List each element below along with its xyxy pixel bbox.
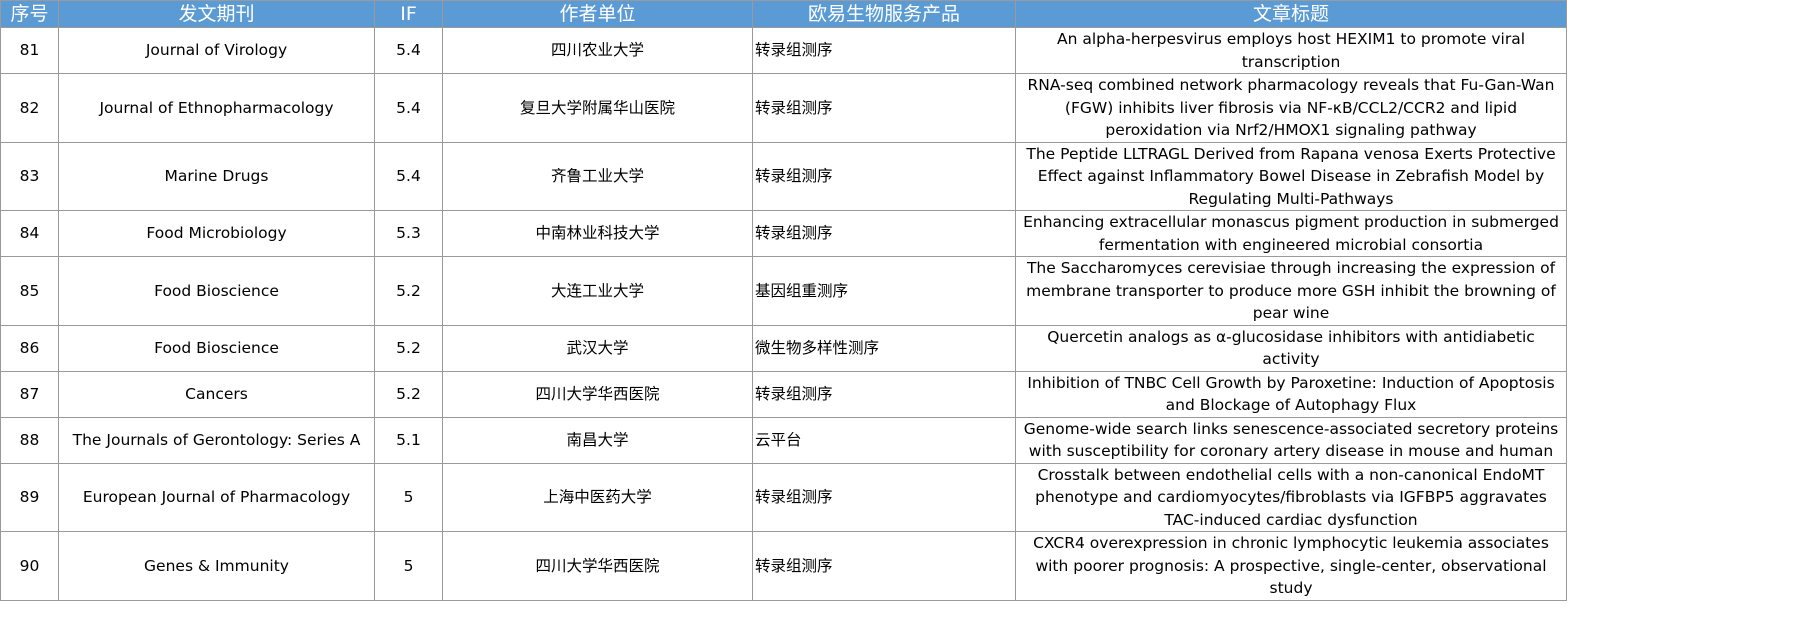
cell-no: 85 (0, 256, 59, 326)
cell-journal: Marine Drugs (58, 141, 375, 211)
cell-unit: 上海中医药大学 (442, 462, 753, 532)
cell-if: 5.4 (374, 27, 443, 74)
cell-journal: The Journals of Gerontology: Series A (58, 416, 375, 464)
header-service: 欧易生物服务产品 (752, 0, 1016, 28)
cell-journal: Journal of Virology (58, 27, 375, 74)
cell-service: 转录组测序 (752, 141, 1016, 211)
cell-if: 5.2 (374, 370, 443, 418)
cell-no: 86 (0, 324, 59, 372)
cell-service: 转录组测序 (752, 531, 1016, 601)
cell-title: The Saccharomyces cerevisiae through inc… (1015, 256, 1567, 326)
header-no: 序号 (0, 0, 59, 28)
cell-service: 转录组测序 (752, 370, 1016, 418)
cell-journal: Food Bioscience (58, 256, 375, 326)
cell-unit: 南昌大学 (442, 416, 753, 464)
header-unit: 作者单位 (442, 0, 753, 28)
cell-title: The Peptide LLTRAGL Derived from Rapana … (1015, 141, 1567, 211)
header-if: IF (374, 0, 443, 28)
cell-journal: Food Bioscience (58, 324, 375, 372)
table-row: 81 Journal of Virology 5.4 四川农业大学 转录组测序 … (0, 27, 1567, 74)
cell-if: 5.4 (374, 73, 443, 143)
cell-title: Enhancing extracellular monascus pigment… (1015, 210, 1567, 257)
cell-service: 基因组重测序 (752, 256, 1016, 326)
cell-title: Quercetin analogs as α-glucosidase inhib… (1015, 324, 1567, 372)
cell-if: 5.2 (374, 256, 443, 326)
cell-unit: 四川大学华西医院 (442, 531, 753, 601)
cell-if: 5 (374, 531, 443, 601)
cell-title: Genome-wide search links senescence-asso… (1015, 416, 1567, 464)
cell-journal: Cancers (58, 370, 375, 418)
cell-title: RNA-seq combined network pharmacology re… (1015, 73, 1567, 143)
table-row: 86 Food Bioscience 5.2 武汉大学 微生物多样性测序 Que… (0, 324, 1567, 372)
cell-service: 微生物多样性测序 (752, 324, 1016, 372)
table-row: 90 Genes & Immunity 5 四川大学华西医院 转录组测序 CXC… (0, 531, 1567, 601)
cell-no: 89 (0, 462, 59, 532)
header-title: 文章标题 (1015, 0, 1567, 28)
cell-no: 90 (0, 531, 59, 601)
cell-service: 转录组测序 (752, 210, 1016, 257)
cell-journal: Food Microbiology (58, 210, 375, 257)
cell-service: 转录组测序 (752, 27, 1016, 74)
cell-unit: 四川大学华西医院 (442, 370, 753, 418)
table-row: 85 Food Bioscience 5.2 大连工业大学 基因组重测序 The… (0, 256, 1567, 326)
cell-journal: European Journal of Pharmacology (58, 462, 375, 532)
cell-title: CXCR4 overexpression in chronic lymphocy… (1015, 531, 1567, 601)
cell-no: 83 (0, 141, 59, 211)
cell-title: Crosstalk between endothelial cells with… (1015, 462, 1567, 532)
cell-unit: 四川农业大学 (442, 27, 753, 74)
cell-no: 82 (0, 73, 59, 143)
cell-if: 5.4 (374, 141, 443, 211)
cell-no: 81 (0, 27, 59, 74)
cell-service: 云平台 (752, 416, 1016, 464)
table-row: 83 Marine Drugs 5.4 齐鲁工业大学 转录组测序 The Pep… (0, 141, 1567, 211)
cell-journal: Genes & Immunity (58, 531, 375, 601)
cell-unit: 复旦大学附属华山医院 (442, 73, 753, 143)
cell-if: 5.2 (374, 324, 443, 372)
cell-unit: 武汉大学 (442, 324, 753, 372)
cell-no: 87 (0, 370, 59, 418)
publication-table: 序号 发文期刊 IF 作者单位 欧易生物服务产品 文章标题 81 Journal… (0, 0, 1567, 601)
cell-service: 转录组测序 (752, 462, 1016, 532)
cell-if: 5.1 (374, 416, 443, 464)
cell-no: 88 (0, 416, 59, 464)
cell-no: 84 (0, 210, 59, 257)
table-row: 82 Journal of Ethnopharmacology 5.4 复旦大学… (0, 73, 1567, 143)
cell-unit: 大连工业大学 (442, 256, 753, 326)
cell-title: An alpha-herpesvirus employs host HEXIM1… (1015, 27, 1567, 74)
cell-service: 转录组测序 (752, 73, 1016, 143)
table-row: 87 Cancers 5.2 四川大学华西医院 转录组测序 Inhibition… (0, 370, 1567, 418)
cell-if: 5 (374, 462, 443, 532)
cell-unit: 齐鲁工业大学 (442, 141, 753, 211)
table-row: 89 European Journal of Pharmacology 5 上海… (0, 462, 1567, 532)
header-row: 序号 发文期刊 IF 作者单位 欧易生物服务产品 文章标题 (0, 0, 1567, 28)
table-row: 88 The Journals of Gerontology: Series A… (0, 416, 1567, 464)
cell-journal: Journal of Ethnopharmacology (58, 73, 375, 143)
cell-if: 5.3 (374, 210, 443, 257)
header-journal: 发文期刊 (58, 0, 375, 28)
cell-title: Inhibition of TNBC Cell Growth by Paroxe… (1015, 370, 1567, 418)
cell-unit: 中南林业科技大学 (442, 210, 753, 257)
table-row: 84 Food Microbiology 5.3 中南林业科技大学 转录组测序 … (0, 210, 1567, 257)
